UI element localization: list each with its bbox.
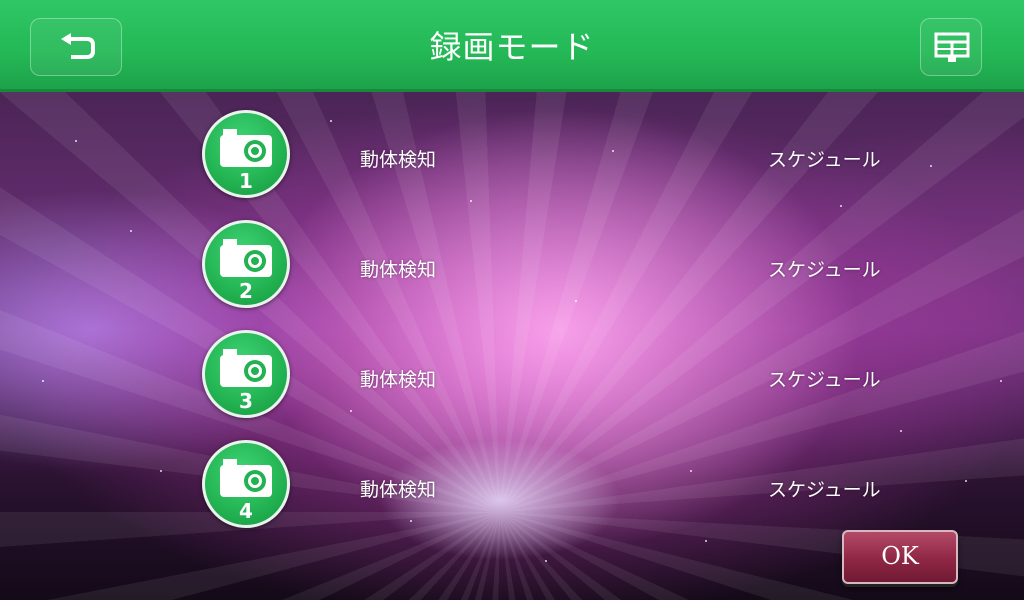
camera-icon (220, 239, 272, 277)
camera-number: 1 (239, 169, 253, 193)
header-bar: 録画モード (0, 0, 1024, 92)
ok-button[interactable]: OK (842, 530, 958, 584)
display-menu-button[interactable] (920, 18, 982, 76)
record-mode-label[interactable]: 動体検知 (360, 255, 436, 282)
camera-row-4: 4 動体検知 スケジュール (0, 440, 1024, 540)
camera-number: 3 (239, 389, 253, 413)
camera-number: 2 (239, 279, 253, 303)
schedule-label[interactable]: スケジュール (768, 255, 881, 282)
camera-row-1: 1 動体検知 スケジュール (0, 110, 1024, 210)
camera-row-3: 3 動体検知 スケジュール (0, 330, 1024, 430)
schedule-label[interactable]: スケジュール (768, 365, 881, 392)
camera-row-2: 2 動体検知 スケジュール (0, 220, 1024, 320)
record-mode-label[interactable]: 動体検知 (360, 365, 436, 392)
schedule-label[interactable]: スケジュール (768, 145, 881, 172)
camera-2-button[interactable]: 2 (202, 220, 290, 308)
camera-4-button[interactable]: 4 (202, 440, 290, 528)
schedule-label[interactable]: スケジュール (768, 475, 881, 502)
camera-3-button[interactable]: 3 (202, 330, 290, 418)
record-mode-label[interactable]: 動体検知 (360, 475, 436, 502)
camera-number: 4 (239, 499, 253, 523)
page-title: 録画モード (429, 28, 595, 66)
camera-1-button[interactable]: 1 (202, 110, 290, 198)
camera-icon (220, 129, 272, 167)
display-menu-icon (934, 32, 970, 62)
record-mode-label[interactable]: 動体検知 (360, 145, 436, 172)
camera-icon (220, 459, 272, 497)
camera-icon (220, 349, 272, 387)
